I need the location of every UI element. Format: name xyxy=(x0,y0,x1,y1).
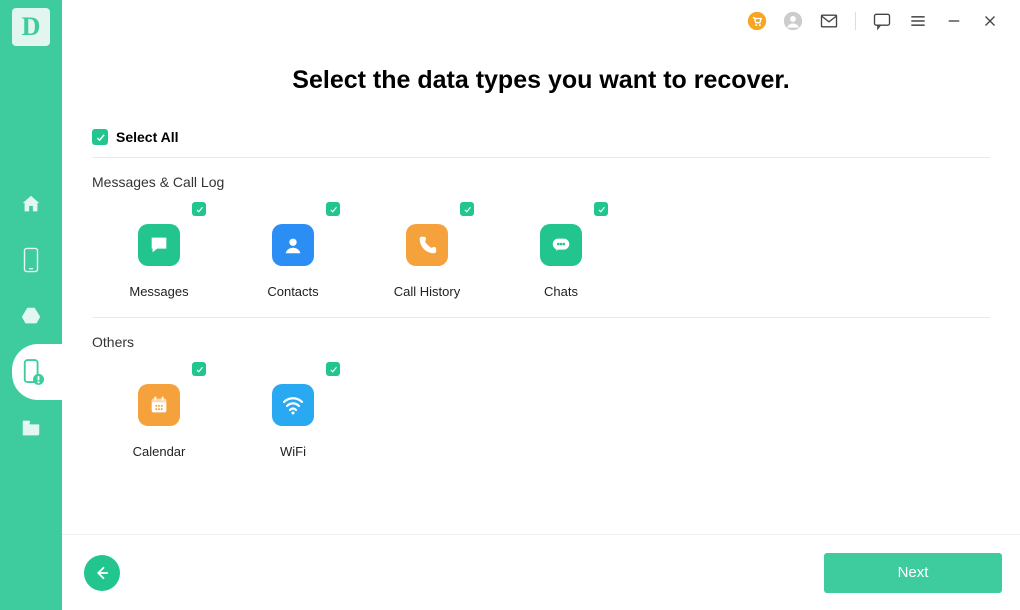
section-title-messages: Messages & Call Log xyxy=(92,174,990,190)
chats-icon xyxy=(540,224,582,266)
phone-alert-icon xyxy=(22,359,44,385)
sidebar: D xyxy=(0,0,62,610)
card-checkbox[interactable] xyxy=(192,362,206,376)
calendar-icon xyxy=(138,384,180,426)
gdrive-icon xyxy=(20,305,42,327)
card-label: Messages xyxy=(129,284,188,299)
card-checkbox[interactable] xyxy=(594,202,608,216)
main-area: Select the data types you want to recove… xyxy=(62,0,1020,610)
card-wifi[interactable]: WiFi xyxy=(226,356,360,459)
close-button[interactable] xyxy=(980,11,1000,31)
back-button[interactable] xyxy=(84,555,120,591)
card-label: Calendar xyxy=(133,444,186,459)
cart-icon xyxy=(747,11,767,31)
wifi-icon xyxy=(272,384,314,426)
sidebar-item-recover[interactable] xyxy=(12,344,62,400)
card-label: Chats xyxy=(544,284,578,299)
card-label: WiFi xyxy=(280,444,306,459)
card-checkbox[interactable] xyxy=(192,202,206,216)
phone-device-icon xyxy=(22,247,40,273)
account-button[interactable] xyxy=(783,11,803,31)
sidebar-item-folder[interactable] xyxy=(0,400,62,456)
select-all-checkbox[interactable] xyxy=(92,129,108,145)
sidebar-item-phone[interactable] xyxy=(0,232,62,288)
select-all-label: Select All xyxy=(116,129,179,145)
hamburger-icon xyxy=(908,11,928,31)
cart-button[interactable] xyxy=(747,11,767,31)
home-icon xyxy=(20,193,42,215)
feedback-button[interactable] xyxy=(872,11,892,31)
user-icon xyxy=(783,11,803,31)
chat-bubble-icon xyxy=(872,11,892,31)
minimize-icon xyxy=(945,12,963,30)
card-contacts[interactable]: Contacts xyxy=(226,196,360,299)
contacts-icon xyxy=(272,224,314,266)
messages-icon xyxy=(138,224,180,266)
card-checkbox[interactable] xyxy=(326,202,340,216)
close-icon xyxy=(981,12,999,30)
phone-icon xyxy=(406,224,448,266)
card-call-history[interactable]: Call History xyxy=(360,196,494,299)
mail-icon xyxy=(819,11,839,31)
sidebar-item-cloud[interactable] xyxy=(0,288,62,344)
minimize-button[interactable] xyxy=(944,11,964,31)
card-label: Contacts xyxy=(267,284,318,299)
card-label: Call History xyxy=(394,284,460,299)
titlebar xyxy=(62,0,1020,36)
card-messages[interactable]: Messages xyxy=(92,196,226,299)
footer: Next xyxy=(62,534,1020,610)
next-button[interactable]: Next xyxy=(824,553,1002,593)
app-logo: D xyxy=(12,8,50,46)
logo-letter: D xyxy=(22,12,41,42)
menu-button[interactable] xyxy=(908,11,928,31)
card-calendar[interactable]: Calendar xyxy=(92,356,226,459)
mail-button[interactable] xyxy=(819,11,839,31)
cards-others: Calendar WiFi xyxy=(92,356,990,477)
content: Select the data types you want to recove… xyxy=(62,36,1020,534)
section-title-others: Others xyxy=(92,334,990,350)
card-checkbox[interactable] xyxy=(326,362,340,376)
folder-icon xyxy=(20,417,42,439)
card-chats[interactable]: Chats xyxy=(494,196,628,299)
cards-messages: Messages Contacts Call History xyxy=(92,196,990,318)
arrow-left-icon xyxy=(93,564,111,582)
page-title: Select the data types you want to recove… xyxy=(92,66,990,95)
card-checkbox[interactable] xyxy=(460,202,474,216)
titlebar-divider xyxy=(855,12,856,30)
select-all-row: Select All xyxy=(92,129,990,158)
sidebar-item-home[interactable] xyxy=(0,176,62,232)
